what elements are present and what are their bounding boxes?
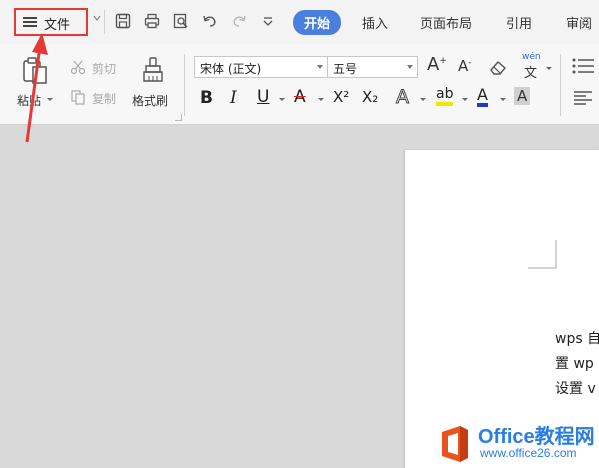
group-launcher-icon[interactable] bbox=[175, 114, 182, 121]
highlight-button[interactable]: ab bbox=[436, 87, 454, 106]
chevron-down-icon bbox=[317, 65, 323, 69]
tab-home[interactable]: 开始 bbox=[293, 10, 342, 35]
undo-icon[interactable] bbox=[201, 12, 219, 30]
bullet-list-icon[interactable] bbox=[572, 58, 594, 74]
divider bbox=[104, 10, 105, 34]
font-color-button[interactable]: A bbox=[477, 86, 488, 107]
ribbon-home: 粘贴 剪切 复制 格式刷 宋体 (正文) 五号 A+ A- wén 文 B I … bbox=[0, 44, 599, 125]
chevron-down-icon[interactable] bbox=[279, 98, 285, 101]
chevron-down-icon[interactable] bbox=[420, 98, 426, 101]
office-logo-icon bbox=[442, 426, 468, 462]
divider bbox=[184, 54, 185, 116]
chevron-down-icon[interactable] bbox=[93, 14, 101, 22]
customize-icon[interactable] bbox=[259, 12, 277, 30]
char-shading-button[interactable]: A bbox=[514, 87, 531, 105]
document-text-line[interactable]: 置 wp bbox=[555, 353, 594, 373]
chevron-down-icon bbox=[407, 65, 413, 69]
phonetic-guide-char: 文 bbox=[524, 66, 538, 81]
font-family-value: 宋体 (正文) bbox=[200, 62, 262, 76]
cut-button[interactable]: 剪切 bbox=[92, 60, 116, 77]
menu-bar: 文件 开始 插入 页面布局 引用 审阅 bbox=[0, 0, 599, 44]
phonetic-guide-button[interactable]: wén 文 bbox=[520, 52, 544, 81]
divider bbox=[560, 54, 561, 116]
phonetic-guide-pinyin: wén bbox=[522, 52, 541, 62]
format-painter-icon[interactable] bbox=[140, 56, 166, 84]
align-left-icon[interactable] bbox=[574, 90, 594, 105]
shrink-font-glyph: A bbox=[458, 57, 469, 75]
tab-page-layout[interactable]: 页面布局 bbox=[420, 13, 472, 32]
watermark-brand: Office教程网 bbox=[478, 426, 595, 448]
font-family-select[interactable]: 宋体 (正文) bbox=[194, 56, 328, 78]
bold-button[interactable]: B bbox=[200, 88, 213, 108]
watermark-url: www.office26.com bbox=[480, 446, 577, 460]
format-painter-button[interactable]: 格式刷 bbox=[132, 92, 168, 109]
grow-font-button[interactable]: A+ bbox=[427, 54, 447, 75]
margin-corner-mark bbox=[528, 240, 557, 269]
grow-font-glyph: A bbox=[427, 54, 440, 75]
superscript-button[interactable]: X² bbox=[333, 88, 349, 106]
font-size-value: 五号 bbox=[333, 62, 358, 76]
print-preview-icon[interactable] bbox=[172, 12, 190, 30]
print-icon[interactable] bbox=[143, 12, 161, 30]
chevron-down-icon[interactable] bbox=[318, 98, 324, 101]
chevron-down-icon[interactable] bbox=[462, 98, 468, 101]
underline-button[interactable]: U bbox=[257, 87, 269, 107]
shrink-font-button[interactable]: A- bbox=[458, 57, 472, 75]
annotation-arrow-icon bbox=[25, 33, 48, 143]
italic-button[interactable]: I bbox=[230, 88, 237, 108]
font-size-select[interactable]: 五号 bbox=[327, 56, 418, 78]
office26-watermark: Office教程网 www.office26.com bbox=[436, 418, 599, 468]
document-text-line[interactable]: 设置 v bbox=[555, 378, 596, 398]
copy-button[interactable]: 复制 bbox=[92, 90, 116, 107]
chevron-down-icon[interactable] bbox=[500, 98, 506, 101]
wps-writer-window: 文件 开始 插入 页面布局 引用 审阅 粘贴 剪切 复制 格式刷 宋体 (正文)… bbox=[0, 0, 599, 468]
tab-references[interactable]: 引用 bbox=[506, 13, 532, 32]
chevron-down-icon[interactable] bbox=[546, 67, 552, 70]
save-icon[interactable] bbox=[114, 12, 132, 30]
subscript-button[interactable]: X₂ bbox=[362, 88, 378, 106]
tab-insert[interactable]: 插入 bbox=[362, 13, 388, 32]
text-effect-button[interactable]: A bbox=[396, 86, 410, 109]
tab-review[interactable]: 审阅 bbox=[566, 13, 592, 32]
document-text-line[interactable]: wps 自 bbox=[555, 328, 599, 348]
redo-icon[interactable] bbox=[230, 12, 248, 30]
eraser-icon[interactable] bbox=[488, 58, 508, 76]
strikethrough-button[interactable]: A bbox=[294, 87, 306, 107]
